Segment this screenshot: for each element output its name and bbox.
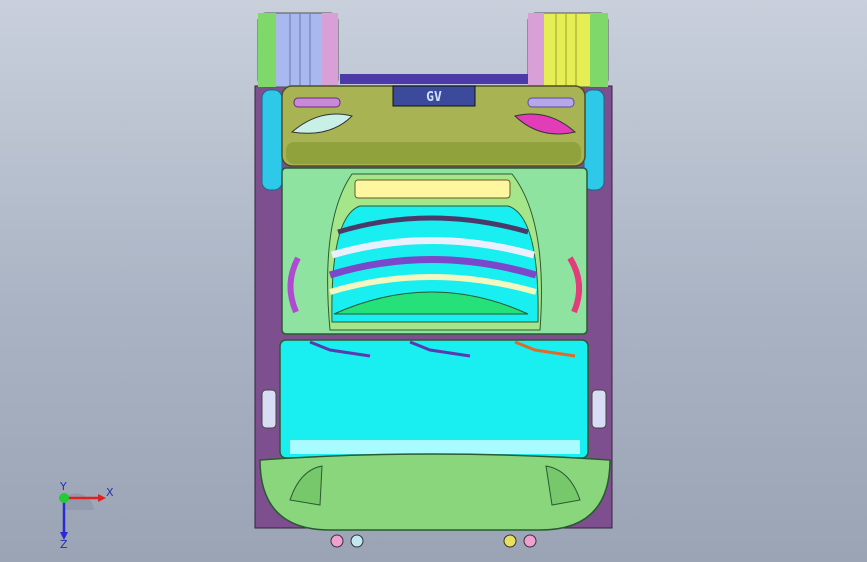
front-bumper <box>259 453 611 531</box>
left-rear-tire <box>257 12 339 88</box>
right-side-lamp <box>591 389 607 429</box>
bottom-fittings <box>330 534 537 548</box>
truck-3d-model[interactable]: GV <box>0 0 867 562</box>
left-fender <box>261 89 283 191</box>
right-marker-light <box>527 97 575 108</box>
y-axis-label: Y <box>59 480 67 493</box>
plate-text: GV <box>426 90 442 105</box>
left-marker-light <box>293 97 341 108</box>
axle-bar <box>340 74 528 84</box>
left-side-lamp <box>261 389 277 429</box>
z-axis-label: Z <box>60 538 68 550</box>
y-axis-dot <box>59 493 69 503</box>
coordinate-triad: X Y Z <box>59 480 114 550</box>
cab-body <box>281 167 588 335</box>
right-rear-tire <box>527 12 609 88</box>
cad-viewport[interactable]: GV X Y Z <box>0 0 867 562</box>
hood: GV <box>281 85 586 167</box>
x-axis-label: X <box>106 486 114 499</box>
windshield <box>279 339 589 459</box>
